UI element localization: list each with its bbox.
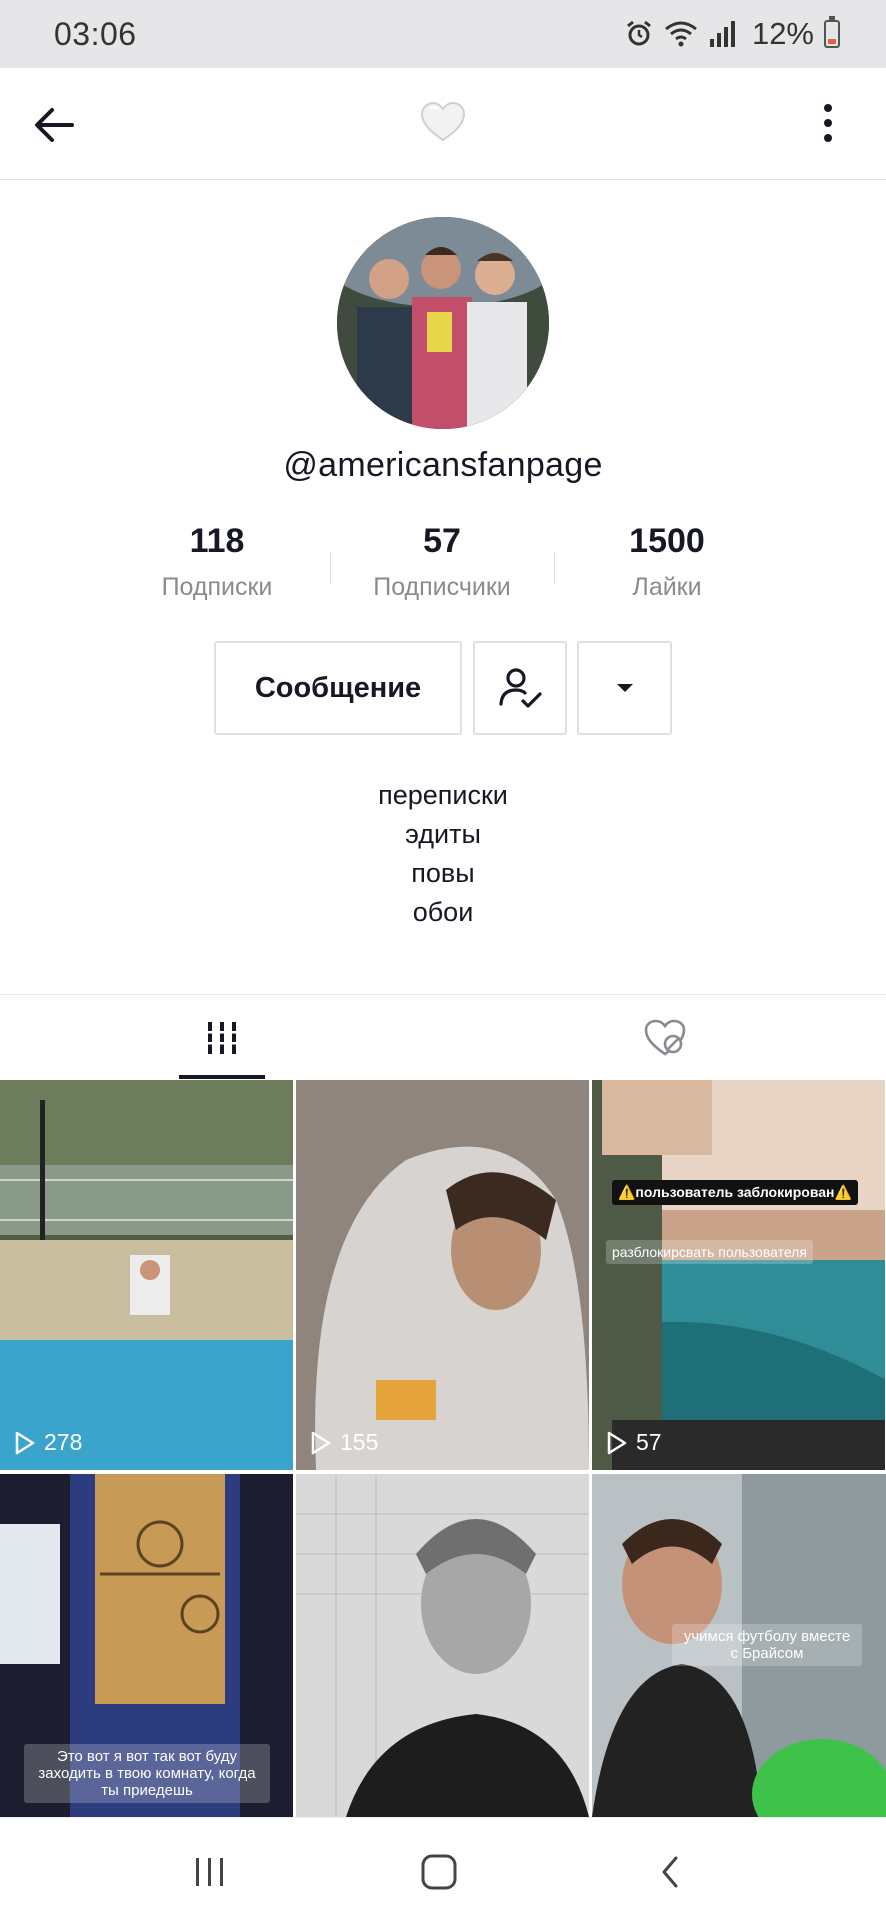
dot-icon [824,104,832,112]
following-button[interactable] [473,641,567,735]
video-preview-image [592,1080,885,1470]
bio-line: эдиты [405,819,481,849]
message-button[interactable]: Сообщение [214,641,462,735]
home-icon [421,1854,457,1890]
stat-divider [330,552,331,584]
alarm-icon [627,20,651,46]
video-overlay-text: учимся футболу вместе с Брайсом [672,1624,862,1666]
stat-label: Подписки [161,573,273,601]
view-count: 278 [14,1429,82,1456]
hidden-heart-icon [644,1019,685,1056]
video-overlay-text: ⚠️пользователь заблокирован⚠️ [612,1180,858,1205]
dot-icon [824,134,832,142]
view-count-value: 278 [44,1429,83,1455]
status-bar: 03:06 12% [0,0,886,68]
play-icon [311,1431,331,1454]
stat-followers[interactable]: 57 Подписчики [342,522,542,602]
video-preview-image [296,1080,589,1470]
video-preview-image [0,1080,293,1470]
video-overlay-text: разблокирсвать пользователя [606,1240,813,1264]
play-icon [15,1431,35,1454]
caret-down-icon [616,684,633,692]
top-navigation [0,68,886,180]
video-thumbnail[interactable]: 155 [296,1080,589,1470]
video-overlay-text: Это вот я вот так вот буду заходить в тв… [24,1744,270,1803]
view-count-value: 155 [340,1429,379,1455]
back-chevron-icon [662,1856,678,1888]
play-icon [607,1431,627,1454]
status-time: 03:06 [54,15,137,52]
bio-line: переписки [378,780,508,810]
battery-icon [824,16,840,48]
profile-bio: переписки эдиты повы обои [0,776,886,932]
battery-percent: 12% [751,16,814,51]
back-arrow-icon [35,108,74,142]
video-preview-image [296,1474,589,1817]
stat-value: 118 [189,522,245,560]
video-thumbnail[interactable]: Это вот я вот так вот буду заходить в тв… [0,1474,293,1817]
system-navigation-bar [0,1817,886,1920]
video-grid: 278 155 ⚠️пользователь заблокирован⚠️ ра [0,1080,886,1817]
tab-videos[interactable] [0,995,443,1081]
avatar-image [337,217,549,429]
suggested-accounts-button[interactable] [577,641,672,735]
user-check-icon [499,668,542,708]
stat-value: 1500 [629,522,705,560]
avatar[interactable] [337,217,549,429]
video-thumbnail[interactable]: 278 [0,1080,293,1470]
stat-divider [554,552,555,584]
home-button[interactable] [415,1848,463,1896]
video-thumbnail[interactable]: учимся футболу вместе с Брайсом [592,1474,886,1817]
stat-label: Лайки [632,573,702,601]
stat-label: Подписчики [373,573,511,601]
video-thumbnail[interactable]: ⚠️пользователь заблокирован⚠️ разблокирс… [592,1080,885,1470]
view-count: 57 [606,1429,662,1456]
bio-line: повы [411,858,475,888]
back-button[interactable] [30,100,80,150]
signal-icon [709,21,735,47]
active-tab-indicator [179,1075,265,1079]
bio-line: обои [412,897,474,927]
recent-apps-button[interactable] [186,1848,234,1896]
view-count-value: 57 [636,1429,662,1455]
view-count: 155 [310,1429,378,1456]
profile-username: @americansfanpage [283,446,603,484]
stat-value: 57 [423,522,461,560]
status-icons: 12% [624,16,840,52]
heart-icon [420,101,466,142]
profile-stats: 118 Подписки 57 Подписчики 1500 Лайки [0,522,886,602]
more-options-button[interactable] [810,98,846,148]
stat-following[interactable]: 118 Подписки [117,522,317,602]
recent-apps-icon [196,1858,223,1886]
tab-liked-videos[interactable] [443,995,886,1081]
dot-icon [824,119,832,127]
wifi-icon [665,21,697,47]
heart-button[interactable] [420,100,466,146]
back-nav-button[interactable] [646,1848,694,1896]
grid-icon [204,1022,239,1054]
video-thumbnail[interactable] [296,1474,589,1817]
profile-tabs [0,994,886,1080]
stat-likes[interactable]: 1500 Лайки [567,522,767,602]
